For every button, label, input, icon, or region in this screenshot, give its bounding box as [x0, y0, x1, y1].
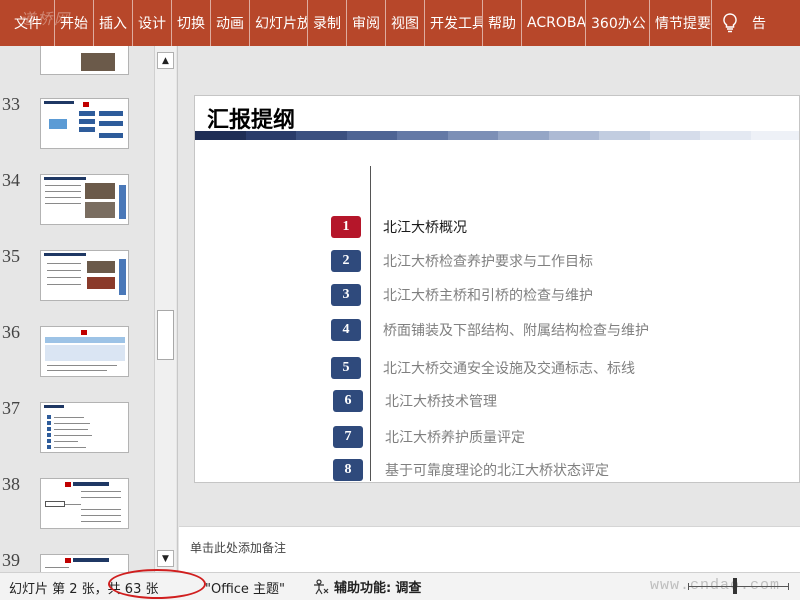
tab-insert[interactable]: 插入 — [94, 0, 133, 46]
slide-thumbnail[interactable] — [40, 402, 129, 453]
toc-item[interactable]: 4 桥面铺装及下部结构、附属结构检查与维护 — [331, 319, 649, 341]
slide-thumbnail[interactable] — [40, 174, 129, 225]
toc-item[interactable]: 8 基于可靠度理论的北江大桥状态评定 — [333, 459, 609, 481]
toc-number-badge: 2 — [331, 250, 361, 272]
toc-number-badge: 1 — [331, 216, 361, 238]
slide-number: 38 — [2, 474, 20, 494]
tab-design[interactable]: 设计 — [133, 0, 172, 46]
tab-developer[interactable]: 开发工具 — [425, 0, 483, 46]
ribbon-tab-bar: 文件 开始 插入 设计 切换 动画 幻灯片放映 录制 审阅 视图 开发工具 帮助… — [0, 0, 800, 46]
accessibility-value: 调查 — [395, 581, 422, 596]
tab-animations[interactable]: 动画 — [211, 0, 250, 46]
toc-item[interactable]: 6 北江大桥技术管理 — [333, 390, 497, 412]
tab-transitions[interactable]: 切换 — [172, 0, 211, 46]
toc-label: 北江大桥检查养护要求与工作目标 — [383, 254, 593, 270]
toc-item[interactable]: 5 北江大桥交通安全设施及交通标志、标线 — [331, 357, 635, 379]
zoom-tick — [788, 583, 789, 590]
slide-number: 34 — [2, 170, 20, 190]
highlight-circle-annotation — [108, 569, 206, 599]
toc-item[interactable]: 3 北江大桥主桥和引桥的检查与维护 — [331, 284, 593, 306]
toc-label: 北江大桥交通安全设施及交通标志、标线 — [383, 361, 635, 377]
thumbnail-scrollbar[interactable]: ▲ ▼ — [154, 46, 176, 572]
accessibility-status[interactable]: 辅助功能: 调查 — [312, 577, 421, 596]
toc-number-badge: 4 — [331, 319, 361, 341]
toc-item[interactable]: 1 北江大桥概况 — [331, 216, 467, 238]
notes-pane[interactable]: 单击此处添加备注 — [179, 526, 800, 572]
slide-thumbnail[interactable] — [40, 98, 129, 149]
zoom-tick — [688, 583, 689, 590]
tell-me-label[interactable]: 告 — [748, 0, 770, 46]
scroll-up-arrow-icon[interactable]: ▲ — [157, 52, 174, 69]
toc-label: 北江大桥概况 — [383, 220, 467, 236]
tab-storyboard[interactable]: 情节提要 — [650, 0, 712, 46]
zoom-slider[interactable] — [688, 586, 788, 587]
tab-review[interactable]: 审阅 — [347, 0, 386, 46]
tab-file[interactable]: 文件 — [0, 0, 55, 46]
toc-label: 北江大桥主桥和引桥的检查与维护 — [383, 288, 593, 304]
toc-number-badge: 7 — [333, 426, 363, 448]
toc-label: 北江大桥技术管理 — [385, 394, 497, 410]
accessibility-label: 辅助功能: — [334, 581, 392, 596]
slide-thumbnail[interactable] — [40, 250, 129, 301]
scroll-down-arrow-icon[interactable]: ▼ — [157, 550, 174, 567]
toc-number-badge: 6 — [333, 390, 363, 412]
toc-label: 桥面铺装及下部结构、附属结构检查与维护 — [383, 323, 649, 339]
theme-name: "Office 主题" — [205, 582, 286, 597]
tab-acrobat[interactable]: ACROBAT — [522, 0, 586, 46]
tab-slideshow[interactable]: 幻灯片放映 — [250, 0, 308, 46]
tab-360office[interactable]: 360办公 — [586, 0, 650, 46]
slide-number: 36 — [2, 322, 20, 342]
slide-thumbnail[interactable] — [40, 554, 129, 572]
tab-view[interactable]: 视图 — [386, 0, 425, 46]
tab-record[interactable]: 录制 — [308, 0, 347, 46]
lightbulb-icon[interactable] — [712, 0, 748, 46]
slide-number: 33 — [2, 94, 20, 114]
accessibility-icon — [314, 578, 329, 594]
scrollbar-thumb[interactable] — [157, 310, 174, 360]
slide-title[interactable]: 汇报提纲 — [207, 102, 295, 134]
slide-thumbnail[interactable] — [40, 478, 129, 529]
slide-thumbnail[interactable] — [40, 46, 129, 75]
toc-label: 基于可靠度理论的北江大桥状态评定 — [385, 463, 609, 479]
toc-number-badge: 5 — [331, 357, 361, 379]
toc-number-badge: 8 — [333, 459, 363, 481]
toc-label: 北江大桥养护质量评定 — [385, 430, 525, 446]
slide-thumbnail[interactable] — [40, 326, 129, 377]
tab-help[interactable]: 帮助 — [483, 0, 522, 46]
slide-thumbnail-pane: 33 34 35 36 37 38 39 — [0, 46, 178, 572]
slide-number: 39 — [2, 550, 20, 570]
slide-number: 35 — [2, 246, 20, 266]
title-gradient-bar — [195, 131, 799, 140]
zoom-slider-knob[interactable] — [733, 578, 737, 594]
slide-number: 37 — [2, 398, 20, 418]
slide-editing-area: 汇报提纲 1 北江大桥概况 2 北江大桥检查养护要求与工作目标 3 北江大桥主桥… — [179, 46, 800, 526]
current-slide[interactable]: 汇报提纲 1 北江大桥概况 2 北江大桥检查养护要求与工作目标 3 北江大桥主桥… — [194, 95, 800, 483]
toc-item[interactable]: 2 北江大桥检查养护要求与工作目标 — [331, 250, 593, 272]
toc-item[interactable]: 7 北江大桥养护质量评定 — [333, 426, 525, 448]
tab-home[interactable]: 开始 — [55, 0, 94, 46]
notes-placeholder[interactable]: 单击此处添加备注 — [190, 539, 286, 556]
toc-number-badge: 3 — [331, 284, 361, 306]
